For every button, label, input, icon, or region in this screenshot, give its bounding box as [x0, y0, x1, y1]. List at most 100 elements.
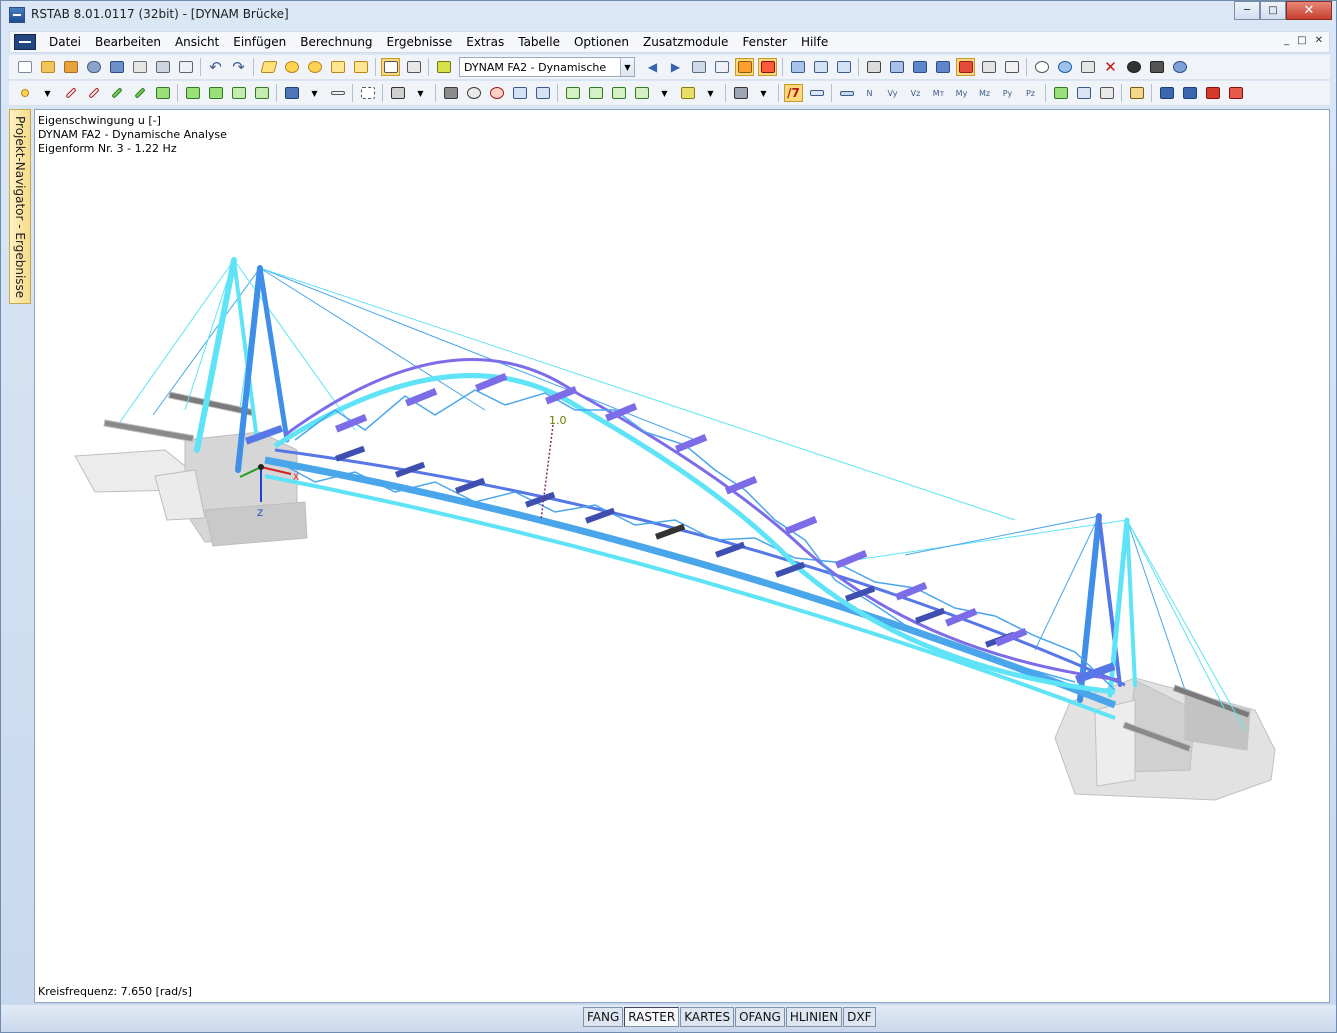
view-iso-icon[interactable] [533, 84, 552, 102]
cross-section-icon[interactable] [107, 84, 126, 102]
load-member-icon[interactable] [206, 84, 225, 102]
menu-ansicht[interactable]: Ansicht [168, 35, 226, 49]
view-minus-x-icon[interactable] [632, 84, 651, 102]
result-combination-icon[interactable] [1051, 84, 1070, 102]
grid-icon[interactable] [864, 58, 883, 76]
menu-berechnung[interactable]: Berechnung [293, 35, 379, 49]
window-icon[interactable] [351, 58, 370, 76]
chevron-down-icon[interactable]: ▼ [754, 84, 773, 102]
project-navigator-tab[interactable]: Projekt-Navigator - Ergebnisse [9, 109, 31, 304]
graphics-viewport[interactable]: Eigenschwingung u [-] DYNAM FA2 - Dynami… [34, 109, 1330, 1003]
app-icon[interactable] [9, 7, 25, 23]
load-imposed-icon[interactable] [229, 84, 248, 102]
section-icon[interactable] [834, 58, 853, 76]
hinge-icon[interactable] [130, 84, 149, 102]
menu-bearbeiten[interactable]: Bearbeiten [88, 35, 168, 49]
result-mt-icon[interactable]: Mт [929, 84, 948, 102]
result-n-icon[interactable]: N [860, 84, 879, 102]
node-icon[interactable] [1032, 58, 1051, 76]
result-vy-icon[interactable]: Vy [883, 84, 902, 102]
menu-optionen[interactable]: Optionen [567, 35, 636, 49]
pdf-icon[interactable] [1226, 84, 1245, 102]
status-raster[interactable]: RASTER [624, 1007, 680, 1027]
view-x-icon[interactable] [563, 84, 582, 102]
dimension-icon[interactable] [328, 84, 347, 102]
undo-icon[interactable]: ↶ [206, 58, 225, 76]
chevron-down-icon[interactable]: ▼ [305, 84, 324, 102]
bridge-model[interactable]: 1.0 X Z [35, 110, 1330, 1003]
comment-icon[interactable] [328, 58, 347, 76]
copy-icon[interactable] [979, 58, 998, 76]
rotate-icon[interactable] [933, 58, 952, 76]
member-icon[interactable] [61, 84, 80, 102]
support-node-icon[interactable] [282, 84, 301, 102]
previous-icon[interactable]: ◀ [643, 58, 662, 76]
close-button[interactable]: ✕ [1286, 1, 1332, 20]
chevron-down-icon[interactable]: ▼ [38, 84, 57, 102]
minimize-button[interactable]: ─ [1234, 1, 1260, 20]
result-table-icon[interactable] [1097, 84, 1116, 102]
animation-icon[interactable] [811, 58, 830, 76]
new-file-icon[interactable] [15, 58, 34, 76]
edit-icon[interactable] [259, 58, 278, 76]
material-icon[interactable] [153, 84, 172, 102]
load-node-icon[interactable] [183, 84, 202, 102]
filter-icon[interactable] [1002, 58, 1021, 76]
select-icon[interactable] [887, 58, 906, 76]
deformation-display-icon[interactable]: /7 [784, 84, 803, 102]
result-pz-icon[interactable]: Pz [1021, 84, 1040, 102]
target-icon[interactable] [305, 58, 324, 76]
status-dxf[interactable]: DXF [843, 1007, 876, 1027]
open-folder-icon[interactable] [38, 58, 57, 76]
mirror-icon[interactable] [1078, 58, 1097, 76]
mdi-restore-button[interactable]: □ [1297, 35, 1306, 46]
export-icon[interactable] [1157, 84, 1176, 102]
report-icon[interactable] [130, 58, 149, 76]
chevron-down-icon[interactable]: ▼ [411, 84, 430, 102]
status-fang[interactable]: FANG [583, 1007, 624, 1027]
check-icon[interactable] [1147, 58, 1166, 76]
results-icon[interactable] [689, 58, 708, 76]
zoom-window-icon[interactable] [464, 84, 483, 102]
database-icon[interactable] [84, 58, 103, 76]
result-py-icon[interactable]: Py [998, 84, 1017, 102]
internal-forces-icon[interactable] [837, 84, 856, 102]
render-model-icon[interactable] [441, 84, 460, 102]
move-icon[interactable] [910, 58, 929, 76]
view-y-icon[interactable] [586, 84, 605, 102]
menu-fenster[interactable]: Fenster [735, 35, 794, 49]
support-icon[interactable] [1055, 58, 1074, 76]
next-icon[interactable]: ▶ [666, 58, 685, 76]
show-results-icon[interactable] [735, 58, 754, 76]
title-bar[interactable]: RSTAB 8.01.0117 (32bit) - [DYNAM Brücke]… [1, 1, 1336, 29]
open-project-icon[interactable] [61, 58, 80, 76]
load-case-icon[interactable] [434, 58, 453, 76]
view-z-icon[interactable] [609, 84, 628, 102]
load-wizard-icon[interactable] [252, 84, 271, 102]
import-icon[interactable] [1180, 84, 1199, 102]
menu-extras[interactable]: Extras [459, 35, 511, 49]
printout-icon[interactable] [1127, 84, 1146, 102]
member-set-icon[interactable] [84, 84, 103, 102]
visibility-icon[interactable] [388, 84, 407, 102]
print-preview-icon[interactable] [176, 58, 195, 76]
status-hlinien[interactable]: HLINIEN [785, 1007, 843, 1027]
chevron-down-icon[interactable]: ▼ [620, 58, 634, 76]
module-icon[interactable] [1203, 84, 1222, 102]
table-icon[interactable] [404, 58, 423, 76]
save-icon[interactable] [107, 58, 126, 76]
menu-datei[interactable]: Datei [42, 35, 88, 49]
visibility-mode-icon[interactable] [731, 84, 750, 102]
mdi-close-button[interactable]: ✕ [1315, 35, 1323, 46]
zoom-all-icon[interactable] [487, 84, 506, 102]
result-mz-icon[interactable]: Mz [975, 84, 994, 102]
redo-icon[interactable]: ↷ [229, 58, 248, 76]
menu-ergebnisse[interactable]: Ergebnisse [380, 35, 460, 49]
chevron-down-icon[interactable]: ▼ [701, 84, 720, 102]
support-reactions-icon[interactable] [807, 84, 826, 102]
display-options-icon[interactable] [678, 84, 697, 102]
deformation-icon[interactable] [788, 58, 807, 76]
delete-icon[interactable]: ✕ [1101, 58, 1120, 76]
values-icon[interactable] [712, 58, 731, 76]
status-kartes[interactable]: KARTES [680, 1007, 735, 1027]
